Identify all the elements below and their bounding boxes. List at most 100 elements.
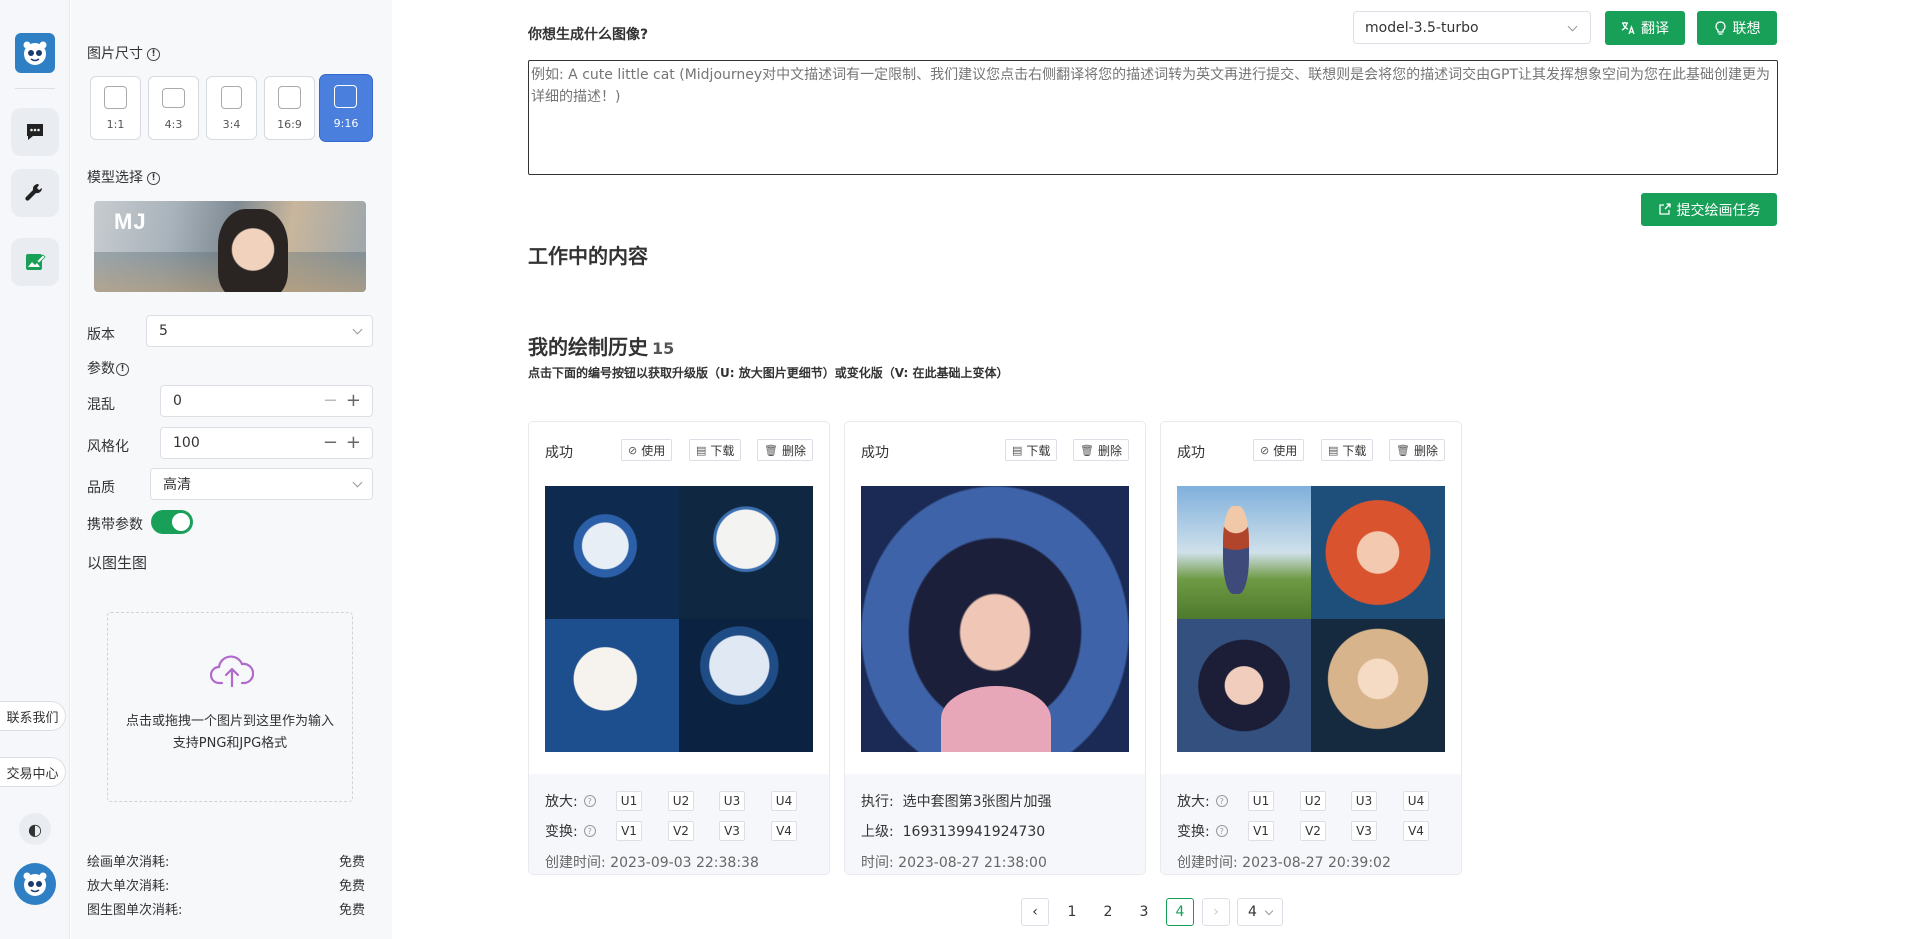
delete-button[interactable]: 🗑 删除 [1073, 439, 1129, 461]
file-download-icon: ▤ [696, 443, 707, 457]
use-button[interactable]: ⊘ 使用 [1253, 439, 1305, 461]
minus-icon[interactable]: − [323, 433, 338, 453]
delete-label: 删除 [1097, 443, 1122, 458]
submit-task-button[interactable]: 提交绘画任务 [1641, 193, 1777, 226]
trash-icon: 🗑 [764, 443, 778, 457]
page-1-button[interactable]: 1 [1058, 898, 1086, 926]
image-edit-icon [26, 254, 46, 270]
submit-task-label: 提交绘画任务 [1676, 202, 1761, 219]
info-icon[interactable]: ! [147, 47, 160, 61]
u4-button[interactable]: U4 [1403, 791, 1429, 811]
page-4-button[interactable]: 4 [1166, 898, 1194, 926]
u3-button[interactable]: U3 [1351, 791, 1377, 811]
ratio-option-1-1[interactable]: 1:1 [90, 76, 141, 140]
theme-toggle-icon[interactable]: ◐ [19, 813, 51, 845]
quality-select[interactable]: 高清 [150, 468, 373, 500]
minus-icon[interactable]: − [323, 391, 338, 411]
ratio-option-16-9[interactable]: 16:9 [264, 76, 315, 140]
associate-button[interactable]: 联想 [1697, 11, 1777, 45]
pin-icon: ⊘ [1260, 443, 1270, 457]
page-2-button[interactable]: 2 [1094, 898, 1122, 926]
delete-button[interactable]: 🗑 删除 [1389, 439, 1445, 461]
cost-label: 绘画单次消耗: [87, 855, 170, 870]
associate-label: 联想 [1732, 21, 1761, 37]
delete-button[interactable]: 🗑 删除 [757, 439, 813, 461]
translate-button[interactable]: 翻译 [1605, 11, 1685, 45]
ratio-label: 3:4 [222, 118, 241, 131]
user-avatar[interactable] [14, 863, 56, 905]
trade-center-button[interactable]: 交易中心 [0, 757, 66, 787]
upload-format-hint: 支持PNG和JPG格式 [172, 736, 288, 751]
generated-image[interactable] [861, 486, 1129, 752]
u2-button[interactable]: U2 [668, 791, 694, 811]
file-download-icon: ▤ [1012, 443, 1023, 457]
variation-label: 变换: [1177, 824, 1210, 840]
robot-mascot-icon [23, 41, 47, 65]
carry-params-toggle[interactable] [151, 510, 193, 534]
plus-icon[interactable]: + [346, 433, 361, 453]
generated-image-grid[interactable] [545, 486, 813, 752]
chaos-stepper[interactable]: 0 − + [160, 385, 373, 417]
card-footer: 放大:? U1 U2 U3 U4 变换:? V1 V2 V3 V4 创建时间: … [1161, 774, 1461, 874]
page-3-button[interactable]: 3 [1130, 898, 1158, 926]
v1-button[interactable]: V1 [1248, 821, 1274, 841]
v4-button[interactable]: V4 [771, 821, 797, 841]
app-logo[interactable] [15, 33, 55, 73]
next-page-button[interactable]: › [1202, 898, 1230, 926]
generated-image-grid[interactable] [1177, 486, 1445, 752]
info-icon[interactable]: ! [116, 362, 129, 376]
image-upload-dropzone[interactable]: 点击或拖拽一个图片到这里作为输入 支持PNG和JPG格式 [107, 612, 353, 802]
help-icon[interactable]: ? [1215, 825, 1228, 837]
download-button[interactable]: ▤ 下载 [1005, 439, 1058, 461]
v2-button[interactable]: V2 [668, 821, 694, 841]
chaos-label: 混乱 [87, 397, 115, 413]
download-button[interactable]: ▤ 下载 [689, 439, 742, 461]
v4-button[interactable]: V4 [1403, 821, 1429, 841]
chevron-down-icon [352, 324, 363, 335]
page-size-select[interactable]: 4 [1237, 898, 1283, 926]
parent-value: 1693139941924730 [902, 824, 1046, 840]
model-card-mj[interactable]: MJ [94, 201, 366, 292]
trash-icon: 🗑 [1080, 443, 1094, 457]
u4-button[interactable]: U4 [771, 791, 797, 811]
drawing-nav-button[interactable] [11, 238, 59, 286]
download-label: 下载 [710, 443, 735, 458]
download-button[interactable]: ▤ 下载 [1321, 439, 1374, 461]
v3-button[interactable]: V3 [719, 821, 745, 841]
u1-button[interactable]: U1 [1248, 791, 1274, 811]
chat-nav-button[interactable] [11, 108, 59, 156]
chevron-down-icon [1567, 21, 1578, 32]
ratio-option-3-4[interactable]: 3:4 [206, 76, 257, 140]
upscale-label: 放大: [1177, 794, 1210, 810]
stylize-stepper[interactable]: 100 − + [160, 427, 373, 459]
info-icon[interactable]: ! [147, 171, 160, 185]
pin-icon: ⊘ [628, 443, 638, 457]
delete-label: 删除 [1413, 443, 1438, 458]
contact-us-button[interactable]: 联系我们 [0, 701, 66, 731]
v3-button[interactable]: V3 [1351, 821, 1377, 841]
wrench-icon [25, 183, 43, 201]
v2-button[interactable]: V2 [1300, 821, 1326, 841]
ratio-option-9-16[interactable]: 9:16 [320, 75, 372, 141]
ratio-option-4-3[interactable]: 4:3 [148, 76, 199, 140]
u2-button[interactable]: U2 [1300, 791, 1326, 811]
plus-icon[interactable]: + [346, 391, 361, 411]
prev-page-button[interactable]: ‹ [1021, 898, 1049, 926]
help-icon[interactable]: ? [583, 825, 596, 837]
help-icon[interactable]: ? [1215, 795, 1228, 807]
u3-button[interactable]: U3 [719, 791, 745, 811]
ratio-label: 9:16 [333, 117, 359, 130]
v1-button[interactable]: V1 [616, 821, 642, 841]
u1-button[interactable]: U1 [616, 791, 642, 811]
gpt-model-select[interactable]: model-3.5-turbo [1353, 11, 1591, 44]
tools-nav-button[interactable] [11, 169, 59, 217]
use-button[interactable]: ⊘ 使用 [621, 439, 673, 461]
prompt-textarea[interactable] [528, 60, 1778, 175]
use-label: 使用 [641, 443, 666, 458]
history-title: 我的绘制历史 [528, 335, 648, 359]
chaos-value: 0 [173, 393, 182, 409]
chevron-down-icon [1264, 906, 1274, 916]
time-value: 2023-08-27 21:38:00 [898, 855, 1047, 871]
version-select[interactable]: 5 [146, 315, 373, 347]
help-icon[interactable]: ? [583, 795, 596, 807]
